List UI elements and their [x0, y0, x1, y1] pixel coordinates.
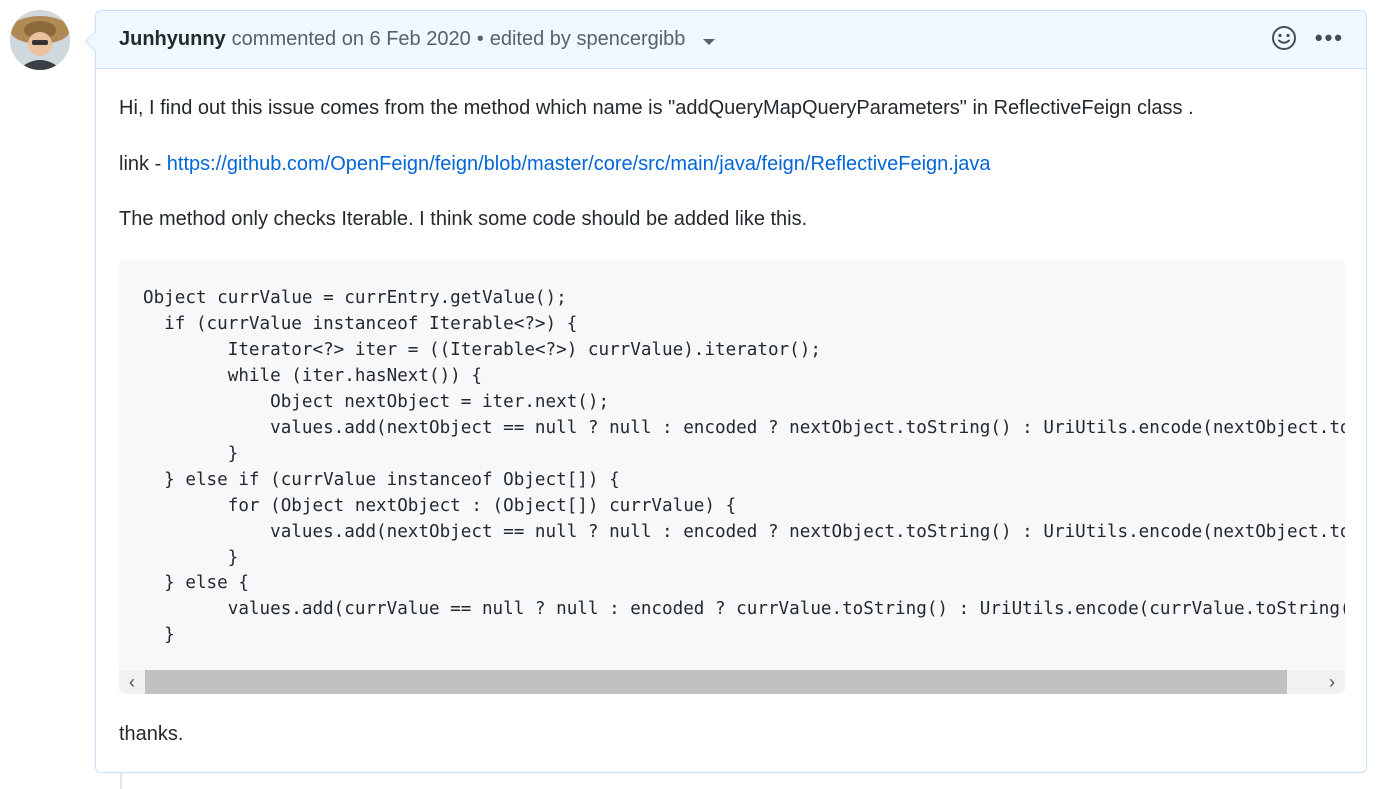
- code-line: while (iter.hasNext()) {: [227, 365, 482, 386]
- body-paragraph-closing: thanks.: [119, 723, 184, 745]
- code-line: } else {: [164, 573, 249, 594]
- body-paragraph-1: Hi, I find out this issue comes from the…: [119, 97, 1194, 119]
- avatar[interactable]: [10, 10, 70, 70]
- edited-by-dropdown[interactable]: edited by spencergibb: [490, 28, 686, 51]
- scroll-right-button[interactable]: ›: [1319, 670, 1345, 694]
- comment-timestamp[interactable]: commented on 6 Feb 2020: [232, 28, 471, 51]
- code-line: values.add(currValue == null ? null : en…: [227, 599, 1345, 620]
- link-prefix: link -: [119, 153, 167, 175]
- code-line: if (currValue instanceof Iterable<?>) {: [164, 313, 578, 334]
- code-line: Object currValue = currEntry.getValue();: [143, 288, 567, 308]
- code-line: Iterator<?> iter = ((Iterable<?>) currVa…: [227, 339, 821, 360]
- smiley-icon[interactable]: [1271, 25, 1297, 51]
- horizontal-scrollbar[interactable]: ‹ ›: [119, 670, 1345, 694]
- body-paragraph-link: link - https://github.com/OpenFeign/feig…: [119, 153, 991, 176]
- code-line: }: [227, 547, 239, 568]
- code-line: values.add(nextObject == null ? null : e…: [270, 521, 1345, 542]
- more-horizontal-icon[interactable]: •••: [1315, 25, 1344, 51]
- code-block: Object currValue = currEntry.getValue();…: [119, 260, 1345, 694]
- code-line: } else if (currValue instanceof Object[]…: [164, 469, 620, 490]
- code-line: for (Object nextObject : (Object[]) curr…: [227, 495, 737, 516]
- body-paragraph-3: The method only checks Iterable. I think…: [119, 208, 808, 230]
- source-link[interactable]: https://github.com/OpenFeign/feign/blob/…: [167, 153, 991, 175]
- scroll-left-button[interactable]: ‹: [119, 670, 145, 694]
- avatar-image: [10, 10, 70, 70]
- comment-box: Junhyunny commented on 6 Feb 2020 • edit…: [95, 10, 1367, 773]
- scroll-thumb[interactable]: [145, 670, 1287, 694]
- code-line: }: [143, 625, 175, 646]
- author-link[interactable]: Junhyunny: [119, 28, 226, 51]
- header-actions: •••: [1271, 25, 1344, 51]
- code-line: Object nextObject = iter.next();: [270, 391, 610, 412]
- code-text: Object currValue = currEntry.getValue();…: [143, 286, 1345, 649]
- chevron-down-icon[interactable]: [703, 38, 716, 45]
- code-line: }: [227, 443, 239, 464]
- meta-separator: •: [476, 28, 484, 50]
- comment-header: Junhyunny commented on 6 Feb 2020 • edit…: [96, 11, 1366, 69]
- code-line: values.add(nextObject == null ? null : e…: [270, 417, 1345, 438]
